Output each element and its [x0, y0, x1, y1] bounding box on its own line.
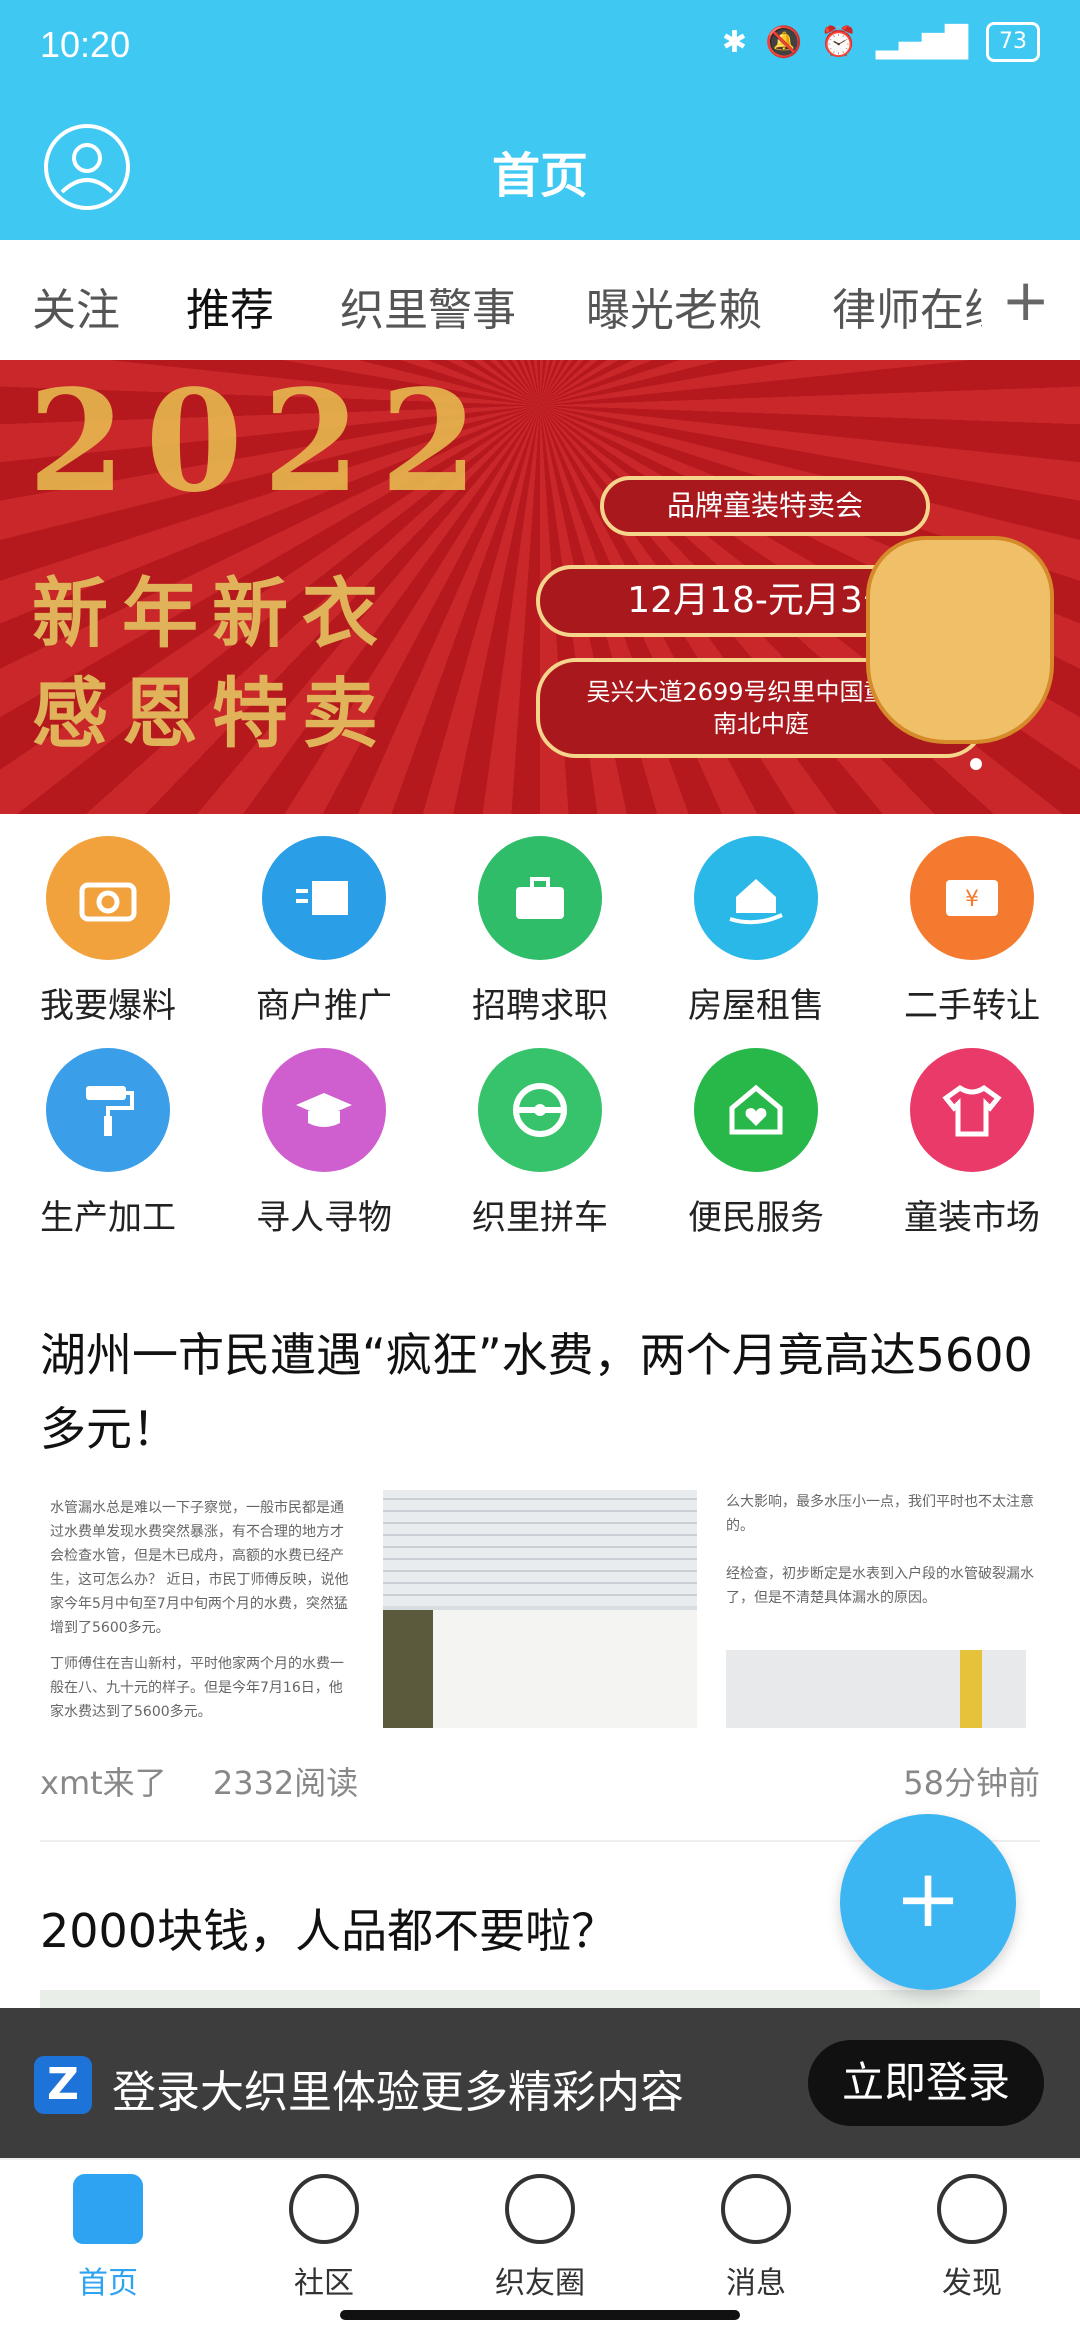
battery-icon: 73	[986, 22, 1040, 62]
nav-friends-circle[interactable]: 织友圈	[432, 2174, 648, 2302]
login-prompt-bar: Z 登录大织里体验更多精彩内容 立即登录	[0, 2008, 1080, 2158]
tshirt-icon	[910, 1048, 1034, 1172]
community-icon	[289, 2174, 359, 2244]
grid-item-label: 织里拼车	[472, 1198, 608, 1238]
grid-item-secondhand[interactable]: ¥ 二手转让	[864, 836, 1080, 1027]
ticket-icon: ¥	[910, 836, 1034, 960]
camera-icon	[46, 836, 170, 960]
nav-label: 社区	[294, 2266, 354, 2301]
grid-item-jobs[interactable]: 招聘求职	[432, 836, 648, 1027]
steering-wheel-icon	[478, 1048, 602, 1172]
grid-item-kids-clothing[interactable]: 童装市场	[864, 1048, 1080, 1239]
tab-expose-debtors[interactable]: 曝光老赖	[586, 274, 762, 338]
login-button[interactable]: 立即登录	[808, 2040, 1044, 2126]
nav-discover[interactable]: 发现	[864, 2174, 1080, 2302]
briefcase-icon	[478, 836, 602, 960]
banner-headline-1: 新年新衣	[32, 569, 392, 658]
banner-headline-2: 感恩特卖	[32, 669, 392, 758]
banner-pill-brand: 品牌童装特卖会	[600, 476, 930, 536]
grid-item-housing[interactable]: 房屋租售	[648, 836, 864, 1027]
article-source: xmt来了	[40, 1764, 167, 1802]
banner-year-graphic: 2022	[28, 360, 498, 524]
grid-item-label: 招聘求职	[472, 986, 608, 1026]
nav-label: 织友圈	[495, 2266, 585, 2301]
nav-label: 首页	[78, 2266, 138, 2301]
status-bar: 10:20 ✱ 🔕 ⏰ ▂▄▆█ 73	[0, 0, 1080, 96]
article-thumbnail-photo	[383, 1490, 697, 1728]
thumbnail-text: 经检查，初步断定是水表到入户段的水管破裂漏水了，但是不清楚具体漏水的原因。	[726, 1566, 1034, 1606]
login-prompt-text: 登录大织里体验更多精彩内容	[112, 2067, 684, 2118]
article-meta: xmt来了 2332阅读 58分钟前	[40, 1758, 1040, 1804]
article-time: 58分钟前	[903, 1764, 1040, 1802]
article-thumbnail: 水管漏水总是难以一下子察觉，一般市民都是通过水费单发现水费突然暴涨，有不合理的地…	[40, 1490, 360, 1728]
rocket-icon	[937, 2174, 1007, 2244]
grid-item-carpool[interactable]: 织里拼车	[432, 1048, 648, 1239]
grid-item-label: 房屋租售	[688, 986, 824, 1026]
article-card[interactable]: 湖州一市民遭遇“疯狂”水费，两个月竟高达5600多元！	[40, 1318, 1040, 1466]
svg-text:¥: ¥	[965, 887, 979, 912]
article-thumbnail-strip	[40, 1990, 1040, 2010]
app-logo-icon: Z	[34, 2056, 92, 2114]
chat-bubble-icon	[721, 2174, 791, 2244]
heart-house-icon	[694, 1048, 818, 1172]
status-icons: ✱ 🔕 ⏰ ▂▄▆█ 73	[722, 22, 1040, 62]
home-icon	[73, 2174, 143, 2244]
app-header: 首页	[0, 96, 1080, 240]
grid-item-label: 童装市场	[904, 1198, 1040, 1238]
thumbnail-text: 么大影响，最多水压小一点，我们平时也不太注意的。	[726, 1494, 1034, 1534]
tab-recommend[interactable]: 推荐	[186, 274, 274, 338]
tab-follow[interactable]: 关注	[32, 274, 120, 338]
signal-icon: ▂▄▆█	[875, 24, 968, 60]
grid-item-label: 寻人寻物	[256, 1198, 392, 1238]
tab-lawyer-online[interactable]: 律师在线	[832, 274, 982, 338]
box-delivery-icon	[262, 836, 386, 960]
home-indicator	[340, 2310, 740, 2320]
nav-messages[interactable]: 消息	[648, 2174, 864, 2302]
article-title: 湖州一市民遭遇“疯狂”水费，两个月竟高达5600多元！	[40, 1328, 1033, 1456]
thumbnail-text: 丁师傅住在吉山新村，平时他家两个月的水费一般在八、九十元的样子。但是今年7月16…	[50, 1656, 344, 1720]
grid-item-merchant-promo[interactable]: 商户推广	[216, 836, 432, 1027]
page-title: 首页	[491, 148, 588, 204]
grid-item-label: 便民服务	[688, 1198, 824, 1238]
nav-home[interactable]: 首页	[0, 2174, 216, 2302]
create-post-button[interactable]: +	[840, 1814, 1016, 1990]
grid-item-label: 商户推广	[256, 986, 392, 1026]
tab-zhili-police[interactable]: 织里警事	[340, 274, 516, 338]
paint-roller-icon	[46, 1048, 170, 1172]
thumbnail-text: 水管漏水总是难以一下子察觉，一般市民都是通过水费单发现水费突然暴涨，有不合理的地…	[50, 1500, 349, 1636]
status-time: 10:20	[40, 24, 131, 65]
article-reads: 2332阅读	[212, 1764, 359, 1802]
planet-icon	[505, 2174, 575, 2244]
promo-banner[interactable]: 2022 新年新衣 感恩特卖 品牌童装特卖会 12月18-元月3号 吴兴大道26…	[0, 360, 1080, 814]
nav-label: 发现	[942, 2266, 1002, 2301]
nav-label: 消息	[726, 2266, 786, 2301]
grid-item-convenience[interactable]: 便民服务	[648, 1048, 864, 1239]
alarm-icon: ⏰	[820, 24, 858, 60]
grid-item-label: 二手转让	[904, 986, 1040, 1026]
graduation-cap-icon	[262, 1048, 386, 1172]
grid-item-manufacturing[interactable]: 生产加工	[0, 1048, 216, 1239]
function-grid: 我要爆料 商户推广 招聘求职 房屋租售 ¥ 二手转让 生产加工 寻人寻物 织里拼…	[0, 830, 1080, 1250]
add-tab-icon[interactable]: +	[1001, 266, 1050, 334]
mute-icon: 🔕	[764, 24, 803, 60]
nav-community[interactable]: 社区	[216, 2174, 432, 2302]
article-thumbnails[interactable]: 水管漏水总是难以一下子察觉，一般市民都是通过水费单发现水费突然暴涨，有不合理的地…	[40, 1490, 1040, 1728]
grid-item-label: 我要爆料	[40, 986, 176, 1026]
house-hand-icon	[694, 836, 818, 960]
grid-item-report[interactable]: 我要爆料	[0, 836, 216, 1027]
category-tabs: 关注 推荐 织里警事 曝光老赖 律师在线 +	[0, 240, 1080, 362]
carousel-indicator	[970, 758, 982, 770]
grid-item-lost-found[interactable]: 寻人寻物	[216, 1048, 432, 1239]
article-thumbnail: 么大影响，最多水压小一点，我们平时也不太注意的。 经检查，初步断定是水表到入户段…	[720, 1490, 1040, 1728]
grid-item-label: 生产加工	[40, 1198, 176, 1238]
bluetooth-icon: ✱	[721, 24, 747, 60]
tiger-mascot-icon	[866, 536, 1054, 744]
